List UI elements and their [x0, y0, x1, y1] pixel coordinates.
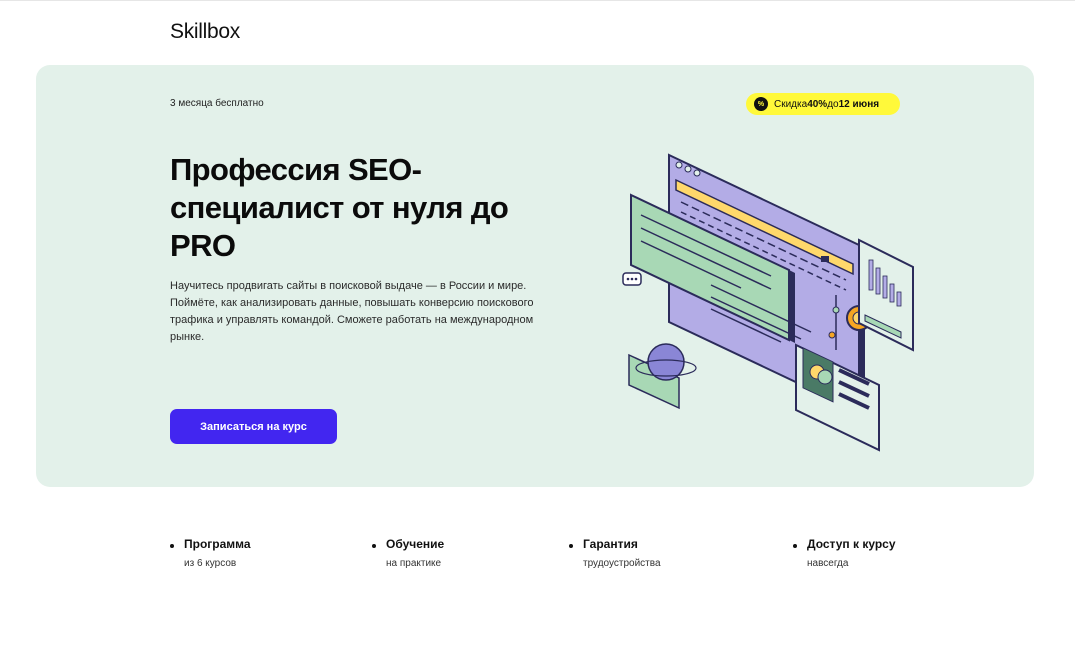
badge-discount: 40%	[807, 98, 828, 110]
bullet-icon	[793, 544, 797, 548]
hero-description: Научитесь продвигать сайты в поисковой в…	[170, 280, 534, 343]
feature-title: Программа	[184, 537, 251, 551]
feature-subtitle: из 6 курсов	[184, 558, 237, 569]
feature-item: Обучение на практике	[372, 537, 444, 569]
enroll-button[interactable]: Записаться на курс	[170, 409, 337, 444]
badge-date: 12 июня	[838, 98, 880, 110]
feature-title: Доступ к курсу	[807, 537, 896, 551]
skillbox-logo[interactable]: Skillbox	[170, 20, 240, 44]
course-features: Программа из 6 курсов Обучение на практи…	[0, 537, 1075, 597]
feature-title: Обучение	[386, 537, 445, 551]
badge-middle: до	[827, 98, 839, 110]
feature-item: Доступ к курсу навсегда	[793, 537, 896, 569]
feature-item: Программа из 6 курсов	[170, 537, 251, 569]
bullet-icon	[372, 544, 376, 548]
feature-title: Гарантия	[583, 537, 638, 551]
hero-banner: 3 месяца бесплатно % Скидка 40% до 12 ию…	[36, 65, 1034, 487]
top-divider	[0, 0, 1075, 1]
feature-subtitle: трудоустройства	[583, 558, 661, 569]
seo-dashboard-illustration	[622, 153, 914, 452]
feature-subtitle: на практике	[386, 558, 442, 569]
page-title: Профессия SEO-специалист от нуля до PRO	[170, 152, 509, 263]
feature-subtitle: навсегда	[807, 558, 849, 569]
bullet-icon	[170, 544, 174, 548]
percent-icon: %	[754, 97, 768, 111]
bullet-icon	[569, 544, 573, 548]
feature-item: Гарантия трудоустройства	[569, 537, 661, 569]
discount-badge: % Скидка 40% до 12 июня	[746, 93, 900, 115]
hero-eyebrow: 3 месяца бесплатно	[170, 98, 264, 109]
badge-prefix: Скидка	[774, 98, 808, 110]
